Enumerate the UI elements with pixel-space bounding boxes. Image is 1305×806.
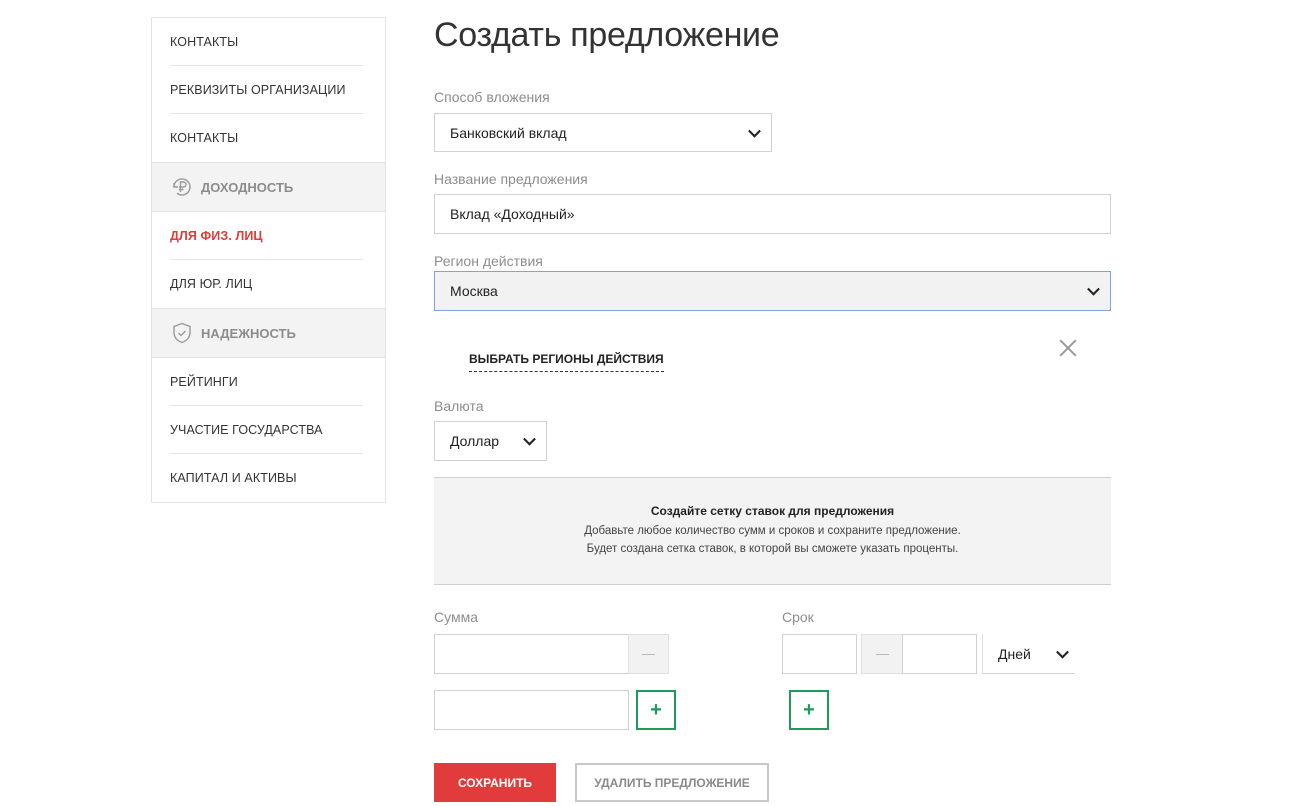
sidebar-item-requisites[interactable]: РЕКВИЗИТЫ ОРГАНИЗАЦИИ (170, 66, 363, 114)
rate-grid-info: Создайте сетку ставок для предложения До… (434, 477, 1111, 585)
offer-name-input[interactable]: Вклад «Доходный» (434, 194, 1111, 234)
offer-form: Создать предложение Способ вложения Банк… (434, 0, 1114, 806)
investment-method-value: Банковский вклад (450, 124, 567, 141)
sidebar-section-label: НАДЕЖНОСТЬ (201, 325, 296, 341)
sidebar-section-reliability: НАДЕЖНОСТЬ (152, 308, 385, 358)
sidebar-item-ratings[interactable]: РЕЙТИНГИ (170, 358, 363, 406)
info-line-2: Будет создана сетка ставок, в которой вы… (586, 543, 959, 555)
shield-check-icon (170, 321, 194, 345)
offer-name-value: Вклад «Доходный» (450, 206, 575, 222)
investment-method-select[interactable]: Банковский вклад (434, 113, 772, 152)
term-from-input[interactable] (782, 634, 857, 674)
region-select[interactable]: Москва (434, 271, 1111, 311)
chevron-down-icon (1056, 645, 1069, 659)
sidebar-item-legal-entities[interactable]: ДЛЯ ЮР. ЛИЦ (170, 260, 363, 308)
term-unit-value: Дней (998, 645, 1031, 662)
chevron-down-icon (523, 432, 536, 446)
page-title: Создать предложение (434, 16, 780, 54)
close-icon[interactable] (1058, 338, 1078, 358)
amount-from-input[interactable] (434, 634, 629, 674)
chevron-down-icon (1087, 282, 1100, 296)
currency-label: Валюта (434, 398, 484, 414)
term-label: Срок (782, 609, 814, 625)
term-to-input[interactable] (902, 634, 977, 674)
ruble-refresh-icon (170, 175, 194, 199)
range-dash (628, 634, 669, 674)
offer-name-label: Название предложения (434, 171, 588, 187)
add-term-button[interactable]: + (789, 690, 829, 730)
region-value: Москва (450, 283, 498, 299)
term-unit-select[interactable]: Дней (982, 634, 1075, 674)
currency-select[interactable]: Доллар (434, 421, 547, 461)
save-button[interactable]: СОХРАНИТЬ (434, 763, 556, 802)
amount-label: Сумма (434, 609, 478, 625)
add-amount-button[interactable]: + (636, 690, 676, 730)
chevron-down-icon (748, 124, 761, 138)
sidebar-section-label: ДОХОДНОСТЬ (201, 179, 294, 195)
info-line-1: Добавьте любое количество сумм и сроков … (584, 525, 961, 537)
region-label: Регион действия (434, 253, 543, 269)
sidebar-item-individuals[interactable]: ДЛЯ ФИЗ. ЛИЦ (170, 212, 363, 260)
currency-value: Доллар (450, 433, 500, 449)
sidebar: КОНТАКТЫ РЕКВИЗИТЫ ОРГАНИЗАЦИИ КОНТАКТЫ … (151, 17, 386, 503)
range-dash (861, 634, 903, 674)
info-title: Создайте сетку ставок для предложения (650, 504, 895, 518)
sidebar-section-income: ДОХОДНОСТЬ (152, 162, 385, 212)
sidebar-item-contacts-2[interactable]: КОНТАКТЫ (170, 114, 363, 162)
sidebar-item-contacts[interactable]: КОНТАКТЫ (170, 18, 363, 66)
investment-method-label: Способ вложения (434, 89, 550, 105)
sidebar-item-state-participation[interactable]: УЧАСТИЕ ГОСУДАРСТВА (170, 406, 363, 454)
amount-new-input[interactable] (434, 690, 629, 730)
delete-offer-button[interactable]: УДАЛИТЬ ПРЕДЛОЖЕНИЕ (575, 763, 769, 802)
choose-regions-link[interactable]: ВЫБРАТЬ РЕГИОНЫ ДЕЙСТВИЯ (469, 352, 664, 372)
sidebar-item-capital-assets[interactable]: КАПИТАЛ И АКТИВЫ (170, 454, 363, 502)
